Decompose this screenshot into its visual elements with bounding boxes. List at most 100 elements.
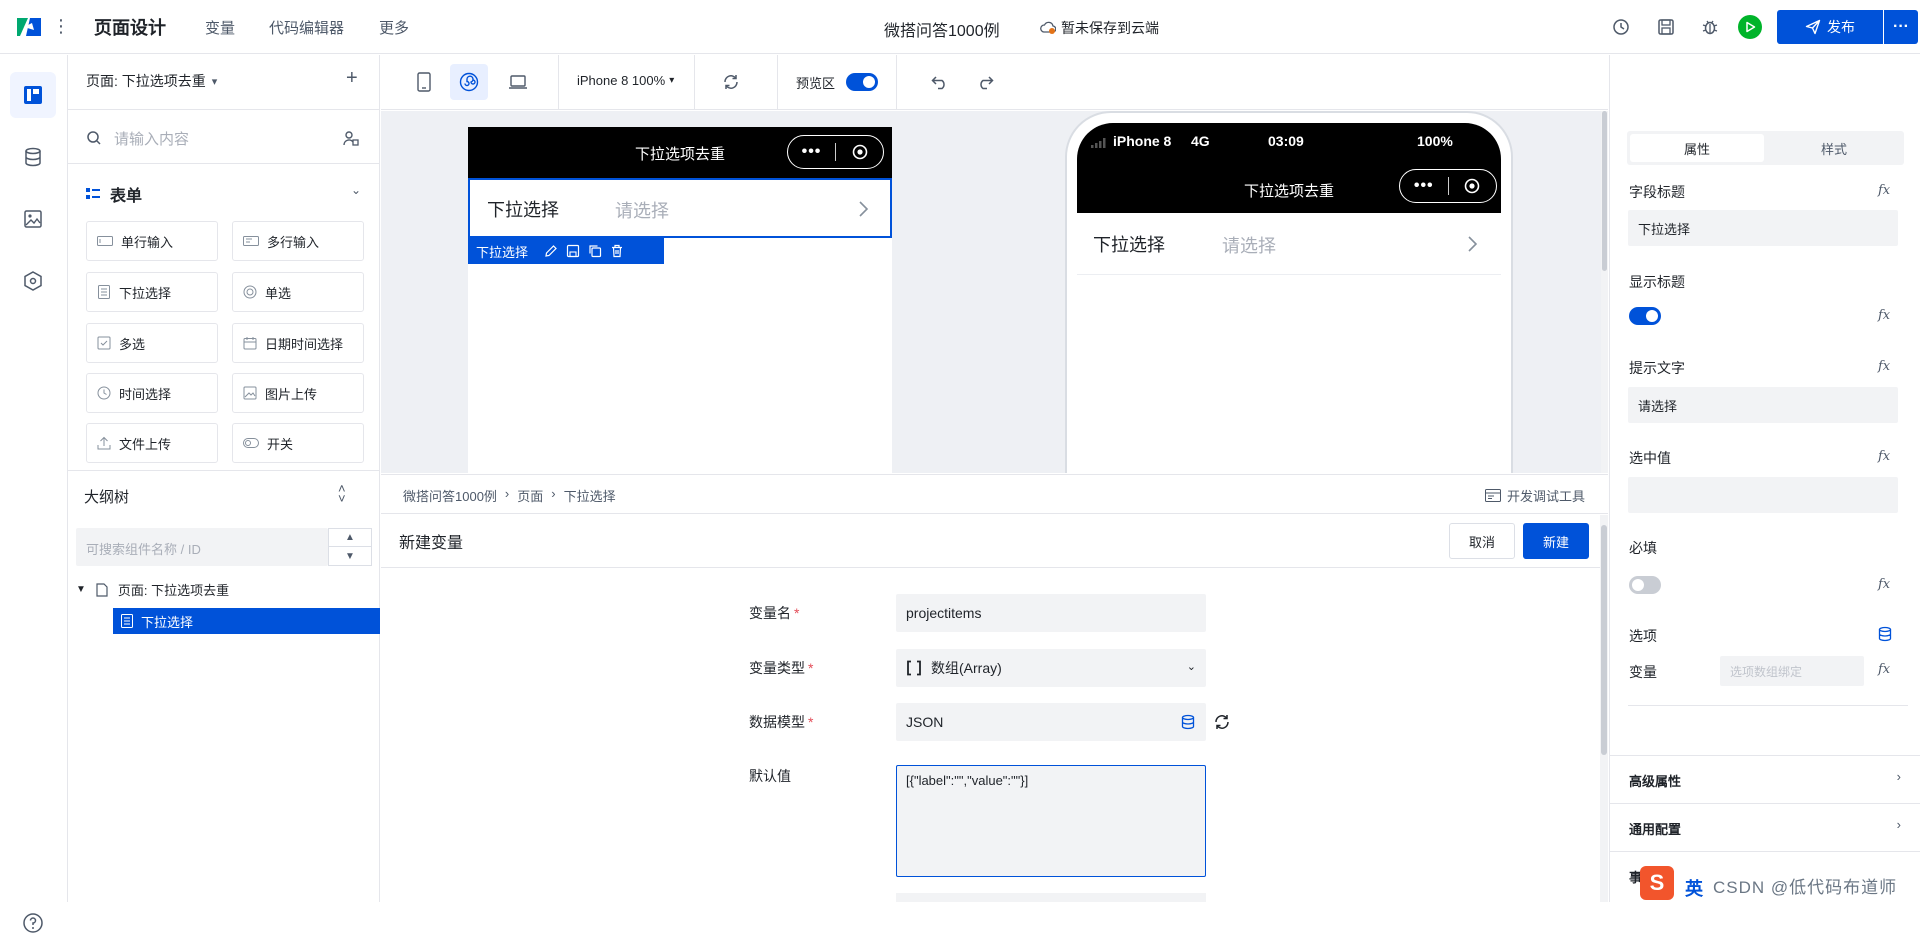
tab-properties[interactable]: 属性 [1630, 134, 1764, 162]
target-icon[interactable] [1448, 178, 1496, 194]
nav-variables[interactable]: 变量 [205, 17, 235, 38]
default-value-textarea[interactable]: [{"label":"","value":""}] [896, 765, 1206, 877]
device-selector[interactable]: iPhone 8 100% ▾ [577, 73, 674, 88]
history-icon[interactable] [1611, 17, 1631, 37]
component-radio[interactable]: 单选 [232, 272, 364, 312]
required-toggle[interactable] [1629, 576, 1661, 594]
variable-binding-input[interactable]: 选项数组绑定 [1720, 656, 1864, 686]
phone-preview[interactable]: iPhone 8 4G 03:09 100% 下拉选项去重 ••• 下拉选择 请… [1065, 111, 1513, 473]
simulator-frame[interactable]: 下拉选项去重 ••• 下拉选择 请选择 下拉选择 [468, 127, 892, 473]
nav-more[interactable]: 更多 [379, 17, 409, 38]
app-logo-icon[interactable] [14, 14, 44, 40]
component-search-input[interactable]: 请输入内容 [114, 128, 189, 149]
create-button[interactable]: 新建 [1523, 523, 1589, 559]
breadcrumb-page[interactable]: 页面 [517, 486, 543, 505]
fx-icon[interactable]: fx [1878, 359, 1890, 374]
phone-select-field[interactable]: 下拉选择 请选择 [1077, 213, 1501, 275]
breadcrumb-component[interactable]: 下拉选择 [564, 486, 616, 505]
next-field-input[interactable] [896, 893, 1206, 902]
component-switch[interactable]: 开关 [232, 423, 364, 463]
component-multi-input[interactable]: 多行输入 [232, 221, 364, 261]
publish-button[interactable]: 发布 [1777, 10, 1883, 44]
component-checkbox[interactable]: 多选 [86, 323, 218, 363]
add-page-button[interactable]: + [346, 67, 358, 90]
redo-button[interactable] [966, 64, 1004, 100]
copy-icon[interactable] [588, 244, 602, 258]
show-title-toggle[interactable] [1629, 307, 1661, 325]
cancel-button[interactable]: 取消 [1449, 523, 1515, 559]
devtools-button[interactable]: 开发调试工具 [1484, 486, 1585, 505]
component-select[interactable]: 下拉选择 [86, 272, 218, 312]
phone-capsule-button[interactable]: ••• [1399, 169, 1497, 203]
save-icon[interactable] [1656, 17, 1676, 37]
fx-icon[interactable]: fx [1878, 577, 1890, 592]
save-template-icon[interactable] [566, 244, 580, 258]
debug-bug-icon[interactable] [1700, 17, 1720, 37]
database-icon[interactable] [1877, 626, 1893, 642]
desktop-view-button[interactable] [499, 64, 537, 100]
delete-icon[interactable] [610, 244, 624, 258]
canvas-scrollbar[interactable] [1601, 111, 1608, 473]
step-up-icon[interactable]: ▲ [329, 529, 371, 547]
mobile-view-button[interactable] [405, 64, 443, 100]
more-dots-icon[interactable]: ••• [1400, 177, 1448, 195]
hint-text-input[interactable]: 请选择 [1628, 387, 1898, 423]
tab-styles[interactable]: 样式 [1767, 134, 1901, 162]
rail-components-button[interactable] [10, 258, 56, 304]
var-panel-scrollbar[interactable] [1600, 515, 1608, 902]
collapse-chevron-icon[interactable]: ⌄ [351, 183, 361, 197]
miniprogram-view-button[interactable] [450, 64, 488, 100]
run-preview-button[interactable] [1738, 15, 1762, 39]
refresh-model-icon[interactable] [1213, 713, 1231, 731]
fx-icon[interactable]: fx [1878, 662, 1890, 677]
tree-node-selected[interactable]: 下拉选择 [113, 608, 380, 634]
fx-icon[interactable]: fx [1878, 308, 1890, 323]
general-config-section[interactable]: 通用配置 › [1610, 803, 1920, 849]
more-dots-icon[interactable]: ••• [788, 143, 835, 161]
target-icon[interactable] [836, 144, 883, 160]
edit-icon[interactable] [544, 244, 558, 258]
step-down-icon[interactable]: ▼ [329, 547, 371, 565]
variable-name-input[interactable]: projectitems [896, 594, 1206, 632]
ime-mode-label[interactable]: 英 [1685, 875, 1703, 901]
selected-select-field[interactable]: 下拉选择 请选择 [468, 178, 892, 238]
rail-media-button[interactable] [10, 196, 56, 242]
outline-search-input[interactable]: 可搜索组件名称 / ID [76, 528, 328, 566]
design-canvas[interactable]: 下拉选项去重 ••• 下拉选择 请选择 下拉选择 iPhone 8 4G 03:… [381, 111, 1601, 473]
component-image-upload[interactable]: 图片上传 [232, 373, 364, 413]
field-title-input[interactable]: 下拉选择 [1628, 210, 1898, 246]
expand-collapse-icon[interactable]: ˄ ˅ [338, 482, 346, 505]
tree-node-page[interactable]: ▼ 页面: 下拉选项去重 [76, 580, 229, 599]
fx-icon[interactable]: fx [1878, 449, 1890, 464]
caret-down-icon[interactable]: ▼ [76, 584, 86, 595]
undo-button[interactable] [921, 64, 959, 100]
refresh-button[interactable] [712, 64, 750, 100]
form-section-header[interactable]: 表单 [86, 182, 142, 206]
user-filter-icon[interactable] [342, 129, 360, 147]
outline-stepper[interactable]: ▲ ▼ [328, 528, 372, 566]
fx-icon[interactable]: fx [1878, 183, 1890, 198]
capsule-button[interactable]: ••• [787, 135, 884, 169]
nav-code-editor[interactable]: 代码编辑器 [269, 17, 344, 38]
advanced-properties-section[interactable]: 高级属性 › [1610, 755, 1920, 801]
publish-more-button[interactable]: ··· [1884, 10, 1918, 44]
selected-value-input[interactable] [1628, 477, 1898, 513]
variable-type-select[interactable]: 数组(Array) ⌄ [896, 649, 1206, 687]
rail-data-button[interactable] [10, 134, 56, 180]
component-datetime[interactable]: 日期时间选择 [232, 323, 364, 363]
rail-pages-button[interactable] [10, 72, 56, 118]
component-search[interactable]: 请输入内容 [68, 109, 380, 164]
ime-logo-icon[interactable]: S [1640, 866, 1674, 900]
preview-area-toggle[interactable] [846, 73, 878, 91]
component-file-upload[interactable]: 文件上传 [86, 423, 218, 463]
breadcrumb-app[interactable]: 微搭问答1000例 [403, 486, 497, 505]
data-model-input[interactable]: JSON [896, 703, 1206, 741]
app-menu-icon[interactable]: ⋮ [52, 17, 70, 35]
page-selector[interactable]: 页面: 下拉选项去重 ▾ [86, 71, 217, 91]
component-single-input[interactable]: 单行输入 [86, 221, 218, 261]
component-time[interactable]: 时间选择 [86, 373, 218, 413]
outline-tree-header[interactable]: 大纲树 ˄ ˅ [68, 470, 380, 520]
help-icon[interactable] [22, 912, 44, 934]
image-icon [24, 210, 42, 228]
database-icon[interactable] [1180, 714, 1196, 730]
